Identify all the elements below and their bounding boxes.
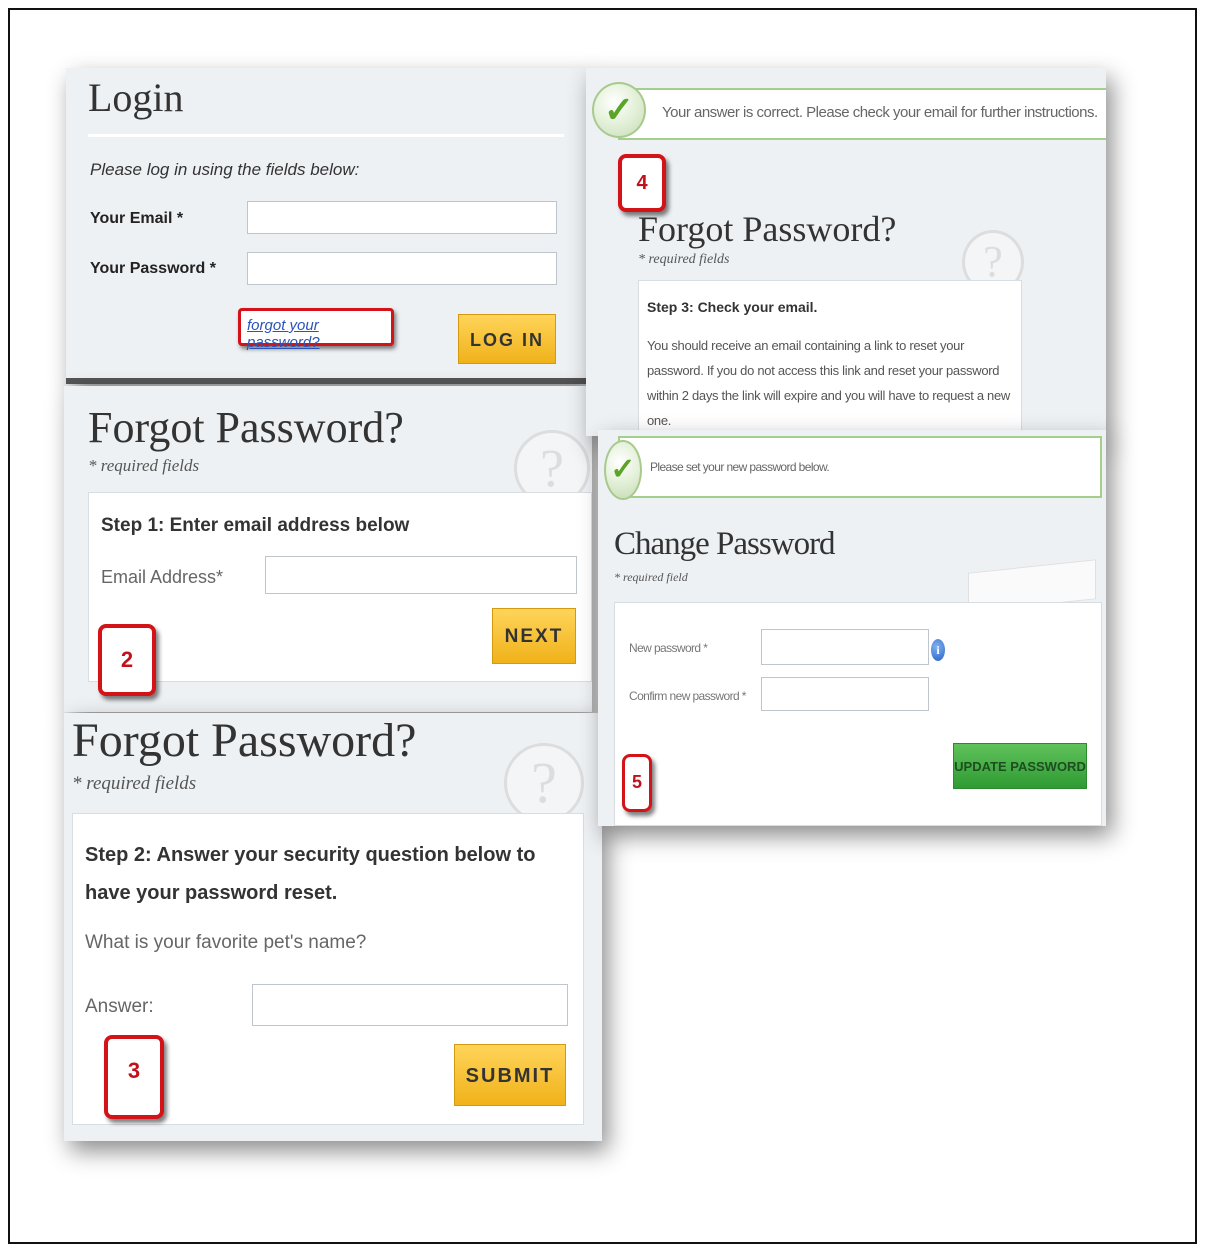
info-icon[interactable]: i: [931, 639, 945, 661]
new-password-label: New password *: [629, 641, 708, 655]
change-password-form-box: New password * i Confirm new password * …: [614, 602, 1102, 826]
forgot-step2-panel: Forgot Password? * required fields ? Ste…: [64, 713, 602, 1141]
login-subtitle: Please log in using the fields below:: [90, 160, 360, 179]
answer-label: Answer:: [85, 996, 154, 1017]
required-note-4: * required field: [614, 570, 688, 584]
step3-heading: Step 3: Check your email.: [647, 299, 818, 315]
forgot-title-2: Forgot Password?: [72, 714, 417, 767]
next-button[interactable]: NEXT: [492, 608, 576, 664]
change-password-title: Change Password: [614, 526, 836, 562]
check-circle-icon-2: ✓: [604, 440, 642, 500]
email-label: Your Email *: [90, 210, 184, 227]
step3-body: You should receive an email containing a…: [647, 338, 1011, 428]
required-note: * required fields: [88, 456, 200, 475]
step3-info-box: Step 3: Check your email. You should rec…: [638, 280, 1022, 436]
info-message: Please set your new password below.: [650, 460, 830, 474]
submit-button[interactable]: SUBMIT: [454, 1044, 566, 1106]
step1-form-box: Step 1: Enter email address below Email …: [88, 492, 592, 682]
success-message: Your answer is correct. Please check you…: [662, 104, 1098, 121]
step2-heading: Step 2: Answer your security question be…: [85, 844, 536, 904]
new-password-input[interactable]: [761, 629, 929, 665]
answer-input[interactable]: [252, 984, 568, 1026]
password-label: Your Password *: [90, 260, 216, 277]
forgot-title: Forgot Password?: [88, 403, 404, 452]
email-address-label: Email Address*: [101, 567, 224, 587]
update-password-button[interactable]: UPDATE PASSWORD: [953, 743, 1087, 789]
title-divider: [88, 134, 564, 137]
confirm-password-input[interactable]: [761, 677, 929, 711]
login-title: Login: [88, 75, 184, 120]
step-badge-2: 2: [98, 624, 156, 696]
question-mark-icon-2: ?: [504, 743, 584, 823]
email-input[interactable]: [247, 201, 557, 234]
required-note-3: * required fields: [638, 252, 730, 267]
email-address-input[interactable]: [265, 556, 577, 594]
forgot-step1-panel: Forgot Password? * required fields ? Ste…: [64, 386, 592, 712]
forgot-password-link[interactable]: forgot your password?: [247, 317, 391, 351]
confirm-password-label: Confirm new password *: [629, 689, 746, 703]
forgot-step3-panel: Your answer is correct. Please check you…: [586, 68, 1106, 436]
required-note-2: * required fields: [72, 773, 197, 794]
success-message-bar: Your answer is correct. Please check you…: [618, 88, 1106, 140]
info-message-bar: Please set your new password below.: [618, 436, 1102, 498]
step-badge-3: 3: [104, 1035, 164, 1119]
security-question: What is your favorite pet's name?: [85, 932, 367, 953]
step-badge-5: 5: [622, 754, 652, 812]
login-button[interactable]: LOG IN: [458, 314, 556, 364]
step1-heading: Step 1: Enter email address below: [101, 515, 410, 536]
panel-bottom-rule: [66, 378, 586, 384]
step-badge-4: 4: [618, 154, 666, 212]
password-input[interactable]: [247, 252, 557, 285]
forgot-password-link-box[interactable]: forgot your password?: [238, 308, 394, 351]
login-panel: Login Please log in using the fields bel…: [66, 68, 586, 384]
change-password-panel: Please set your new password below. ✓ Ch…: [598, 430, 1106, 826]
forgot-title-3: Forgot Password?: [638, 209, 897, 249]
check-circle-icon: ✓: [592, 82, 646, 138]
